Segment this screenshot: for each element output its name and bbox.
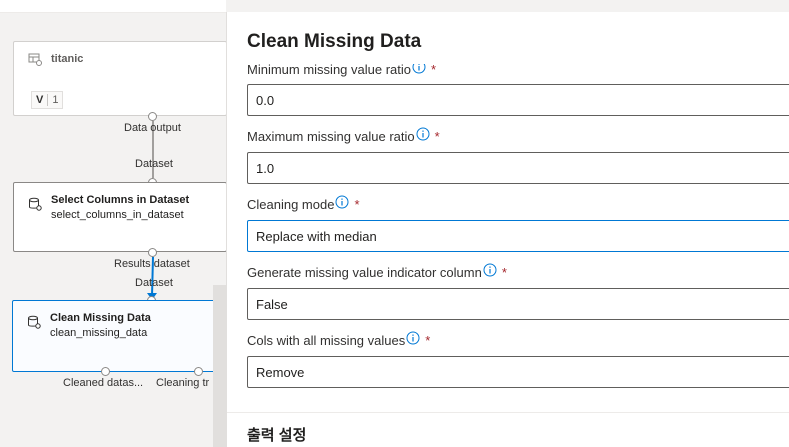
field-label-indicator-column: Generate missing value indicator column * xyxy=(247,263,507,280)
module-properties-panel: Clean Missing Data Minimum missing value… xyxy=(226,12,789,447)
output-port-results-dataset[interactable] xyxy=(148,248,157,257)
info-icon[interactable] xyxy=(412,64,426,74)
cleaning-mode-dropdown[interactable]: Replace with median xyxy=(247,220,789,252)
module-icon xyxy=(28,315,41,329)
port-label-results-dataset: Results dataset xyxy=(114,258,190,270)
module-node-select-columns[interactable]: Select Columns in Dataset select_columns… xyxy=(13,182,227,252)
module-node-clean-missing-data[interactable]: Clean Missing Data clean_missing_data xyxy=(12,300,227,372)
section-divider xyxy=(227,412,789,413)
required-marker: * xyxy=(501,265,507,280)
port-label-cleaned-dataset: Cleaned datas... xyxy=(63,377,144,389)
field-label-cols-all-missing: Cols with all missing values * xyxy=(247,331,431,348)
field-label-cleaning-mode: Cleaning mode * xyxy=(247,195,360,212)
node-title: titanic xyxy=(51,53,84,65)
info-icon[interactable] xyxy=(483,263,497,277)
output-port-data-output[interactable] xyxy=(148,112,157,121)
node-title: Select Columns in Dataset xyxy=(51,194,190,206)
panel-title: Clean Missing Data xyxy=(247,31,422,52)
cols-all-missing-dropdown[interactable]: Remove xyxy=(247,356,789,388)
required-marker: * xyxy=(425,333,431,348)
version-label: V xyxy=(32,94,49,106)
node-subtitle: select_columns_in_dataset xyxy=(51,209,184,221)
output-port-cleaning-transformation[interactable] xyxy=(194,367,203,376)
version-badge: V 1 xyxy=(31,91,64,109)
field-label-min-missing-ratio: Minimum missing value ratio * xyxy=(247,64,436,77)
port-label-dataset-input: Dataset xyxy=(135,158,173,170)
field-label-max-missing-ratio: Maximum missing value ratio * xyxy=(247,127,440,144)
module-icon xyxy=(29,197,42,211)
dataset-node-titanic[interactable]: titanic V 1 xyxy=(13,41,227,116)
version-number: 1 xyxy=(52,94,59,106)
required-marker: * xyxy=(431,64,437,77)
info-icon[interactable] xyxy=(406,331,420,345)
required-marker: * xyxy=(434,129,440,144)
node-title: Clean Missing Data xyxy=(50,312,151,324)
indicator-column-dropdown[interactable]: False xyxy=(247,288,789,320)
max-missing-ratio-input[interactable]: 1.0 xyxy=(247,152,789,184)
dataset-icon xyxy=(28,53,42,66)
panel-scroll-area[interactable]: Minimum missing value ratio * 0.0 Maximum… xyxy=(227,64,789,447)
info-icon[interactable] xyxy=(335,195,349,209)
required-marker: * xyxy=(354,197,360,212)
port-label-data-output: Data output xyxy=(124,122,181,134)
panel-resize-rail[interactable] xyxy=(213,285,226,447)
output-port-cleaned-dataset[interactable] xyxy=(101,367,110,376)
info-icon[interactable] xyxy=(416,127,430,141)
output-settings-section-title: 출력 설정 xyxy=(247,427,307,444)
port-label-dataset-input-2: Dataset xyxy=(135,277,173,289)
node-subtitle: clean_missing_data xyxy=(50,327,148,339)
port-label-cleaning-transformation: Cleaning tr xyxy=(156,377,210,389)
pipeline-canvas[interactable]: titanic V 1 Data output Dataset Select C… xyxy=(0,0,227,447)
min-missing-ratio-input[interactable]: 0.0 xyxy=(247,84,789,116)
